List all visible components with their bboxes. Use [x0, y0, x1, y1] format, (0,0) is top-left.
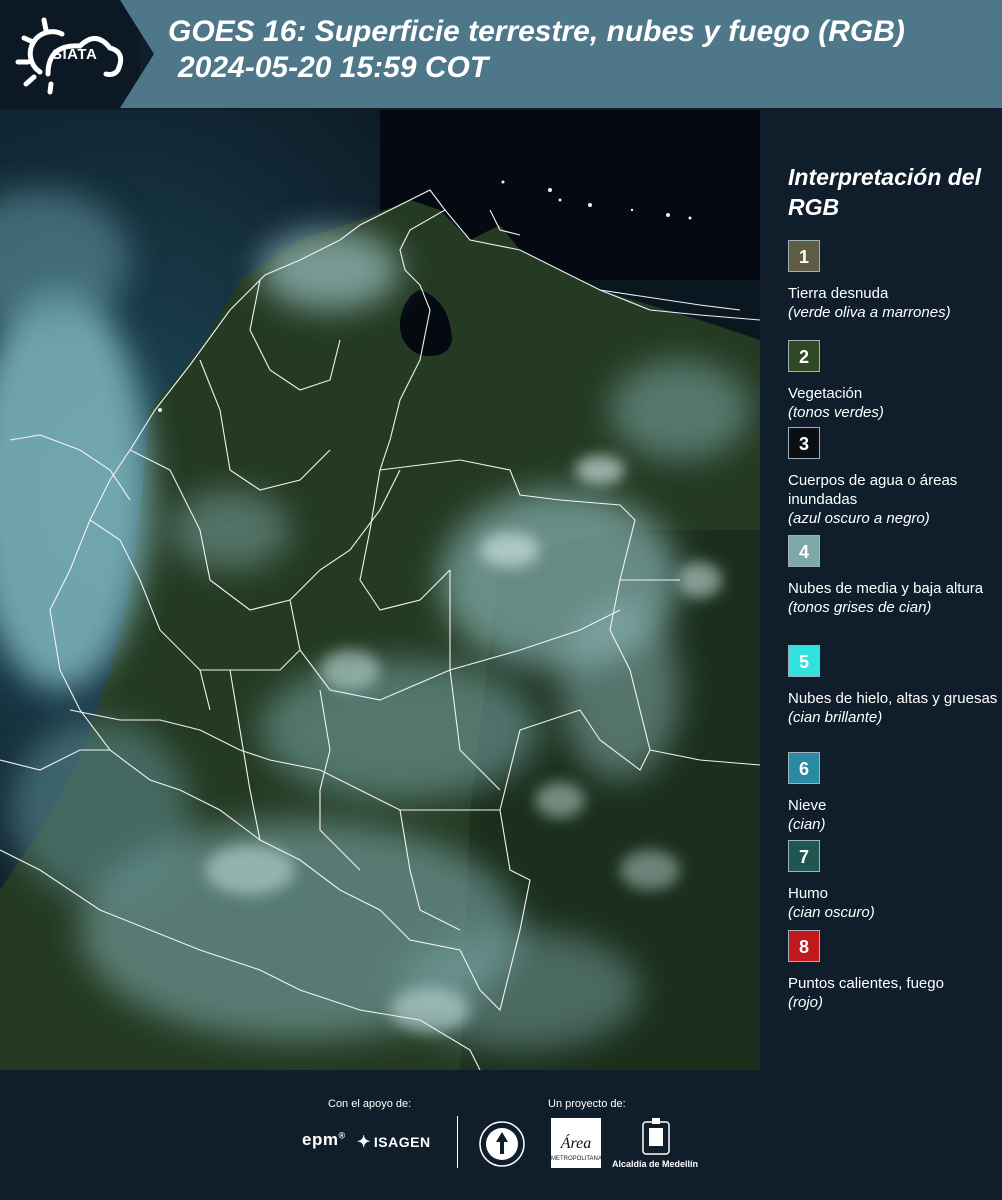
- image-datetime: 2024-05-20 15:59 COT: [178, 51, 489, 84]
- header-logo-area: SIATA: [0, 0, 140, 108]
- legend-item-note: (cian brillante): [788, 709, 883, 726]
- legend-item-note: (tonos grises de cian): [788, 599, 932, 616]
- page-title: GOES 16: Superficie terrestre, nubes y f…: [168, 14, 998, 86]
- legend-item-label: Cuerpos de agua o áreas inundadas: [788, 472, 958, 508]
- satellite-rgb-map[interactable]: [0, 110, 760, 1070]
- epm-logo-text: epm: [302, 1130, 339, 1149]
- legend-item-label: Nieve: [788, 797, 827, 814]
- isagen-logo: ✦ ISAGEN: [357, 1132, 431, 1152]
- legend-swatch: 4: [788, 535, 820, 567]
- product-title: GOES 16: Superficie terrestre, nubes y f…: [168, 15, 905, 48]
- legend-item-note: (azul oscuro a negro): [788, 510, 930, 527]
- legend-swatch: 7: [788, 840, 820, 872]
- legend-item-3: 3 Cuerpos de agua o áreas inundadas (azul …: [788, 427, 998, 528]
- legend-item-label: Humo: [788, 885, 829, 902]
- epm-logo: epm®: [302, 1130, 346, 1149]
- area-logo-text: Área: [560, 1133, 592, 1152]
- medellin-coat-of-arms-icon: [642, 1118, 670, 1155]
- legend-item-4: 4 Nubes de media y baja altura (tonos gris…: [788, 535, 998, 617]
- legend-swatch: 6: [788, 752, 820, 784]
- legend-item-label: Nubes de media y baja altura: [788, 580, 984, 597]
- legend-swatch: 5: [788, 645, 820, 677]
- rgb-legend-panel: Interpretación del RGB 1 Tierra desnuda (v…: [775, 110, 1002, 1070]
- legend-item-8: 8 Puntos calientes, fuego (rojo): [788, 930, 998, 1012]
- alcaldia-medellin-label: Alcaldía de Medellín: [612, 1159, 699, 1169]
- legend-item-note: (verde oliva a marrones): [788, 304, 951, 321]
- legend-item-7: 7 Humo (cian oscuro): [788, 840, 998, 922]
- legend-item-2: 2 Vegetación (tonos verdes): [788, 340, 998, 422]
- legend-swatch: 8: [788, 930, 820, 962]
- area-caption: METROPOLITANA: [551, 1156, 602, 1162]
- siata-logo-text: SIATA: [52, 46, 98, 63]
- support-label: Con el apoyo de:: [328, 1098, 412, 1110]
- legend-swatch: 3: [788, 427, 820, 459]
- legend-item-note: (rojo): [788, 994, 824, 1011]
- legend-item-1: 1 Tierra desnuda (verde oliva a marrones): [788, 240, 998, 322]
- legend-swatch: 2: [788, 340, 820, 372]
- legend-item-label: Tierra desnuda: [788, 285, 889, 302]
- legend-item-label: Vegetación: [788, 385, 863, 402]
- legend-item-5: 5 Nubes de hielo, altas y gruesas (cian br…: [788, 645, 998, 727]
- university-seal-icon: [479, 1121, 525, 1167]
- legend-swatch: 1: [788, 240, 820, 272]
- map-canvas: [0, 110, 760, 1070]
- legend-item-label: Nubes de hielo, altas y gruesas: [788, 690, 998, 707]
- legend-title: Interpretación del RGB: [788, 164, 981, 220]
- legend-item-6: 6 Nieve (cian): [788, 752, 998, 834]
- isagen-logo-text: ISAGEN: [373, 1134, 431, 1150]
- legend-item-note: (cian): [788, 816, 826, 833]
- legend-item-label: Puntos calientes, fuego: [788, 975, 944, 992]
- legend-item-note: (cian oscuro): [788, 904, 875, 921]
- isagen-mark-icon: ✦: [357, 1134, 371, 1151]
- project-label: Un proyecto de:: [548, 1098, 626, 1110]
- legend-item-note: (tonos verdes): [788, 404, 884, 421]
- footer-divider: [457, 1116, 458, 1168]
- footer: Con el apoyo de: Un proyecto de: epm® ✦ I…: [0, 1070, 1002, 1200]
